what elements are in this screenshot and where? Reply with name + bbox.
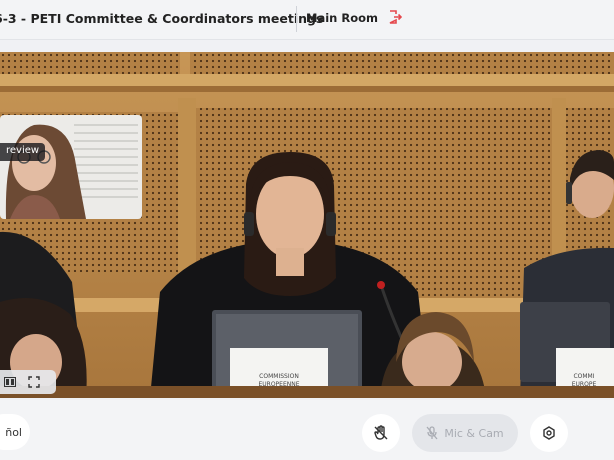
main-video-feed: COMMISSION EUROPEENNE COMMI EUROPE <box>0 52 614 398</box>
bottom-control-bar <box>0 400 614 460</box>
language-label: ñol <box>5 425 22 439</box>
self-view-thumbnail[interactable] <box>0 115 142 219</box>
nameplate-line-1: COMMISSION <box>259 373 299 380</box>
settings-icon <box>543 426 555 440</box>
divider <box>296 6 297 32</box>
self-view-label: review <box>0 143 46 161</box>
svg-text:COMMI: COMMI <box>573 373 594 380</box>
exit-icon[interactable] <box>388 10 402 24</box>
layout-icon[interactable] <box>2 374 18 390</box>
raise-hand-button[interactable] <box>362 414 400 452</box>
mic-off-icon <box>426 426 438 440</box>
meeting-title: 6-3 - PETI Committee & Coordinators meet… <box>0 11 324 26</box>
video-tools <box>0 370 56 394</box>
settings-button[interactable] <box>530 414 568 452</box>
top-bar: 6-3 - PETI Committee & Coordinators meet… <box>0 0 614 40</box>
video-frame: COMMISSION EUROPEENNE COMMI EUROPE <box>0 52 614 398</box>
raise-hand-icon <box>374 425 388 440</box>
mic-cam-button[interactable]: Mic & Cam <box>412 414 518 452</box>
fullscreen-icon[interactable] <box>26 374 42 390</box>
room-selector[interactable]: Main Room <box>306 11 378 25</box>
mic-cam-label: Mic & Cam <box>444 426 504 440</box>
